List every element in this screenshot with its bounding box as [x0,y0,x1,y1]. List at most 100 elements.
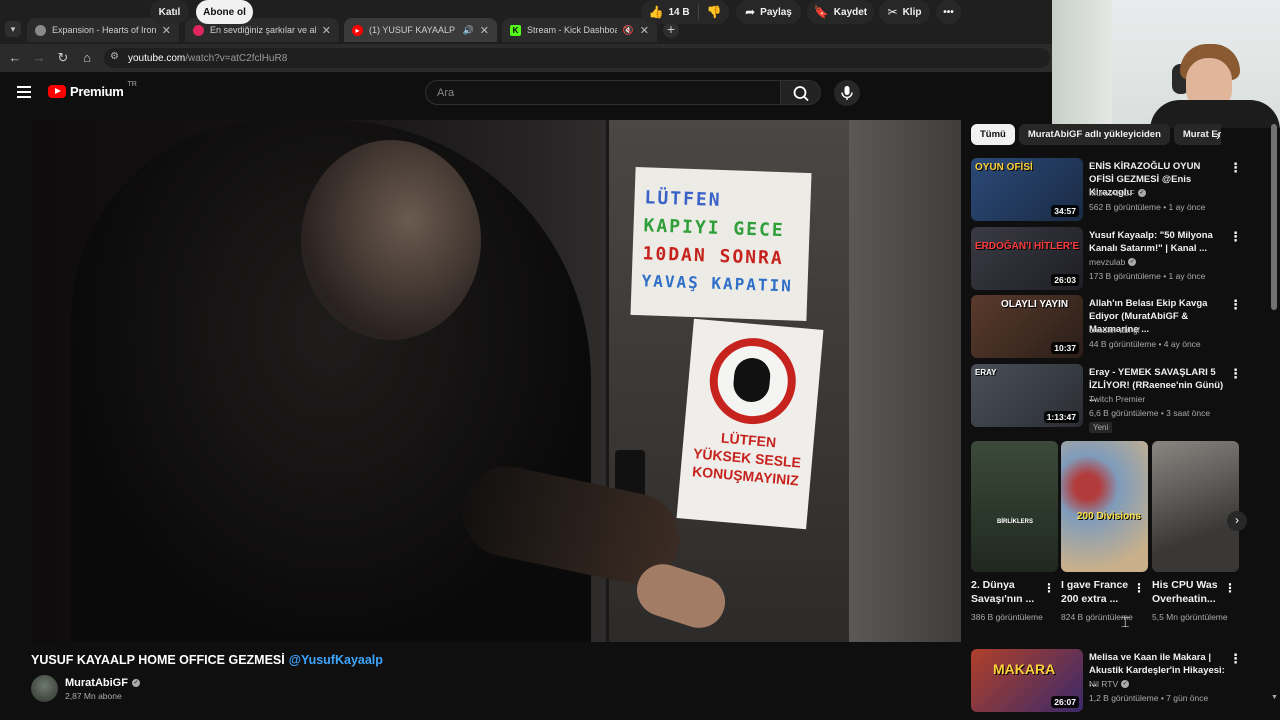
voice-search-button[interactable] [834,80,860,106]
recommendation-channel[interactable]: Nil RTV ✓ [1089,679,1130,689]
new-tab-button[interactable]: + [663,22,679,38]
video-thumbnail[interactable]: OLAYLI YAYIN 10:37 [971,295,1083,358]
url-text[interactable]: youtube.com/watch?v=atC2fclHuR8 [128,53,287,64]
join-button[interactable]: Katıl [150,0,189,24]
tab-search-chevron-icon[interactable]: ▾ [5,21,21,37]
scroll-down-icon[interactable]: ▼ [1271,694,1278,701]
short-item[interactable]: BİRLİKLERS 2. Dünya Savaşı'nın ... 386 B… [971,441,1058,622]
sign-line: LÜTFEN [644,187,722,211]
more-vertical-icon[interactable]: ⋮ [1229,229,1242,245]
more-vertical-icon[interactable]: ⋮ [1043,581,1055,595]
search-icon [793,86,809,102]
more-vertical-icon[interactable]: ⋮ [1229,651,1242,667]
shorts-shelf: BİRLİKLERS 2. Dünya Savaşı'nın ... 386 B… [971,441,1239,641]
reload-icon[interactable]: ↻ [55,50,71,66]
video-thumbnail[interactable]: MAKARA 26:07 [971,649,1083,712]
scrollbar-thumb[interactable] [1271,124,1277,310]
recommendation-title[interactable]: Yusuf Kayaalp: "50 Milyona Kanalı Satarı… [1089,229,1227,255]
close-tab-icon[interactable]: ✕ [162,24,171,37]
short-thumbnail[interactable]: 200 Divisions [1061,441,1148,572]
video-thumbnail[interactable]: OYUN OFİSİ 34:57 [971,158,1083,221]
channel-text: chester abi gf [1089,325,1141,335]
search-input[interactable] [435,86,759,100]
recommendation-item[interactable]: OLAYLI YAYIN 10:37 Allah'ın Belası Ekip … [971,295,1242,359]
muted-speaker-icon[interactable]: 🔇 [623,25,634,36]
webcam-background [1052,0,1112,128]
video-title: YUSUF KAYAALP HOME OFFICE GEZMESİ @YusufK… [31,653,383,667]
more-horizontal-icon: ••• [943,6,954,18]
chevron-right-icon[interactable]: › [1216,128,1220,143]
browser-tab-youtube-active[interactable]: ▸ (1) YUSUF KAYAALP HOME 🔊 ✕ [344,18,497,42]
short-views: 5,5 Mn görüntüleme [1152,612,1228,622]
video-thumbnail[interactable]: ERDOĞAN'I HİTLER'E 26:03 [971,227,1083,290]
clip-label: Klip [902,6,922,18]
youtube-premium-logo[interactable]: Premium TR [48,81,137,99]
like-button[interactable]: 👍 14 B [648,5,689,19]
recommendation-channel[interactable]: Twitch Premier [1089,394,1145,404]
recommendation-item[interactable]: OYUN OFİSİ 34:57 ENİS KİRAZOĞLU OYUN OFİ… [971,158,1242,222]
more-vertical-icon[interactable]: ⋮ [1229,366,1242,382]
thumbnail-text: ERDOĞAN'I HİTLER'E [975,241,1080,252]
more-vertical-icon[interactable]: ⋮ [1224,581,1236,595]
short-title[interactable]: His CPU Was Overheatin... [1152,578,1226,606]
clip-button[interactable]: ✂ Klip [879,0,930,24]
thumbnail-text: 200 Divisions [1077,511,1141,522]
short-thumbnail[interactable] [1152,441,1239,572]
short-item[interactable]: His CPU Was Overheatin... 5,5 Mn görüntü… [1152,441,1239,622]
chip-all[interactable]: Tümü [971,124,1015,145]
kick-favicon-icon: K [510,24,521,36]
back-arrow-icon[interactable]: ← [7,50,23,66]
scissors-icon: ✂ [887,5,898,19]
recommendation-item[interactable]: ERAY 1:13:47 Eray - YEMEK SAVAŞLARI 5 İZ… [971,364,1242,433]
microphone-icon [841,86,853,100]
chip-related[interactable]: Murat Ertaş [1173,124,1221,145]
forward-arrow-icon[interactable]: → [31,50,47,66]
search-box [425,80,781,105]
tab-title: En sevdiğiniz şarkılar ve albümle [210,25,316,35]
duration-badge: 26:03 [1051,274,1079,286]
recommendation-item[interactable]: ERDOĞAN'I HİTLER'E 26:03 Yusuf Kayaalp: … [971,227,1242,291]
site-info-icon[interactable]: ⚙ [110,51,119,62]
home-icon[interactable]: ⌂ [79,50,95,66]
menu-icon[interactable] [17,86,31,98]
sidebar-chip-bar: Tümü MuratAbiGF adlı yükleyiciden Murat Er… [971,124,1221,146]
new-badge: Yeni [1089,422,1113,433]
mention-link[interactable]: @YusufKayaalp [289,653,383,667]
short-item[interactable]: 200 Divisions I gave France 200 extra ..… [1061,441,1148,622]
recommendation-meta: 173 B görüntüleme • 1 ay önce [1089,271,1206,281]
video-thumbnail[interactable]: ERAY 1:13:47 [971,364,1083,427]
more-actions-button[interactable]: ••• [936,0,961,24]
recommendation-channel[interactable]: mevzulab ✓ [1089,257,1137,267]
short-thumbnail[interactable]: BİRLİKLERS [971,441,1058,572]
share-button[interactable]: ➦ Paylaş [736,0,801,24]
save-button[interactable]: 🔖 Kaydet [807,0,874,24]
duration-badge: 1:13:47 [1043,411,1079,423]
short-title[interactable]: I gave France 200 extra ... [1061,578,1135,606]
more-vertical-icon[interactable]: ⋮ [1229,160,1242,176]
short-title[interactable]: 2. Dünya Savaşı'nın ... [971,578,1045,606]
speaker-icon[interactable]: 🔊 [463,25,474,36]
search-button[interactable] [781,80,821,105]
channel-name-text: MuratAbiGF [65,677,128,689]
more-vertical-icon[interactable]: ⋮ [1229,297,1242,313]
close-tab-icon[interactable]: ✕ [480,24,489,37]
url-path: /watch?v=atC2fclHuR8 [185,53,288,64]
recommendation-item[interactable]: MAKARA 26:07 Melisa ve Kaan ile Makara |… [971,649,1242,713]
subscribe-button[interactable]: Abone ol [196,0,253,24]
video-player[interactable]: LÜTFEN KAPIYI GECE 10DAN SONRA YAVAŞ KAP… [31,120,961,642]
recommendation-channel[interactable]: MuratAbiGF ✓ [1089,188,1146,198]
video-wall [849,120,961,642]
shorts-next-button[interactable]: › [1227,511,1247,531]
channel-name[interactable]: MuratAbiGF ✓ [65,677,140,689]
thumbs-down-icon[interactable]: 👎 [707,5,722,19]
recommendation-channel[interactable]: chester abi gf [1089,325,1140,335]
channel-avatar[interactable] [31,675,58,702]
more-vertical-icon[interactable]: ⋮ [1133,581,1145,595]
close-tab-icon[interactable]: ✕ [640,24,649,37]
browser-tab-kick[interactable]: K Stream - Kick Dashboard 🔇 ✕ [502,18,657,42]
thumbnail-text: ERAY [975,368,997,377]
share-label: Paylaş [760,6,792,18]
close-tab-icon[interactable]: ✕ [322,24,331,37]
chip-from-uploader[interactable]: MuratAbiGF adlı yükleyiciden [1018,124,1170,145]
verified-icon: ✓ [1137,189,1146,197]
